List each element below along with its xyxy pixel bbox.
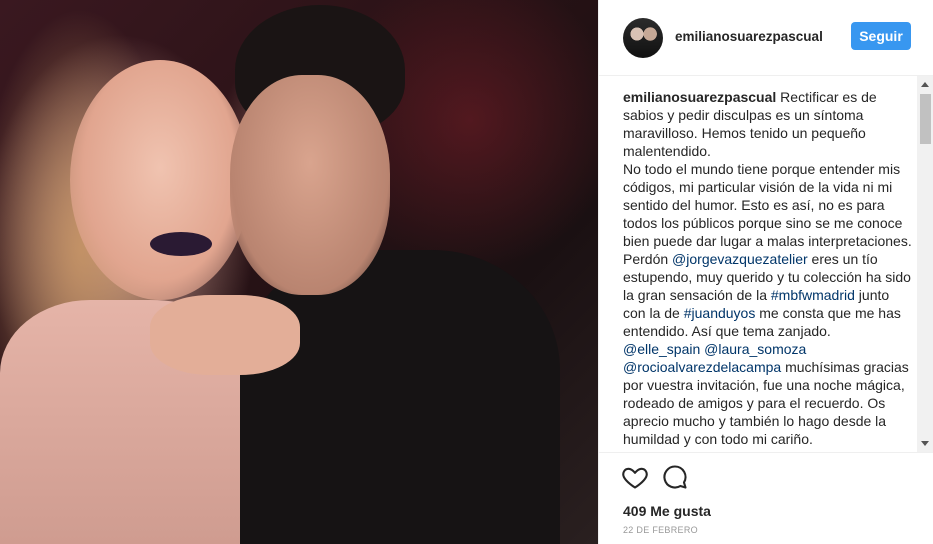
post-side-panel: emilianosuarezpascual Seguir emilianosua… — [598, 0, 933, 544]
post-username[interactable]: emilianosuarezpascual — [675, 29, 823, 44]
post-date[interactable]: 22 de febrero — [623, 525, 698, 535]
likes-count[interactable]: 409 Me gusta — [623, 503, 711, 519]
mention-laura-somoza[interactable]: @laura_somoza — [704, 341, 806, 357]
caption-scrollbar[interactable] — [917, 76, 933, 452]
mention-jorgevazquezatelier[interactable]: @jorgevazquezatelier — [672, 251, 808, 267]
post-header: emilianosuarezpascual Seguir — [599, 0, 933, 76]
post-actions: 409 Me gusta 22 de febrero — [599, 452, 933, 544]
comment-button[interactable] — [661, 463, 691, 493]
hashtag-juanduyos[interactable]: #juanduyos — [684, 305, 756, 321]
scroll-down-icon[interactable] — [921, 441, 929, 446]
scroll-up-icon[interactable] — [921, 82, 929, 87]
scrollbar-thumb[interactable] — [920, 94, 931, 144]
caption-paragraph-1: emilianosuarezpascual Rectificar es de s… — [623, 89, 877, 159]
caption: emilianosuarezpascual Rectificar es de s… — [623, 88, 913, 450]
follow-button[interactable]: Seguir — [851, 22, 911, 50]
comment-icon — [663, 465, 687, 489]
caption-paragraph-2: No todo el mundo tiene porque entender m… — [623, 161, 912, 249]
post-photo — [0, 0, 598, 544]
heart-icon — [622, 467, 648, 489]
caption-paragraph-4: @elle_spain @laura_somoza @rocioalvarezde… — [623, 341, 909, 447]
caption-paragraph-3: Perdón @jorgevazquezatelier eres un tío … — [623, 251, 911, 339]
like-button[interactable] — [621, 463, 651, 493]
avatar[interactable] — [623, 18, 663, 58]
caption-username[interactable]: emilianosuarezpascual — [623, 89, 776, 105]
mention-elle-spain[interactable]: @elle_spain — [623, 341, 700, 357]
mention-rocioalvarezdelacampa[interactable]: @rocioalvarezdelacampa — [623, 359, 781, 375]
hashtag-mbfwmadrid[interactable]: #mbfwmadrid — [771, 287, 855, 303]
